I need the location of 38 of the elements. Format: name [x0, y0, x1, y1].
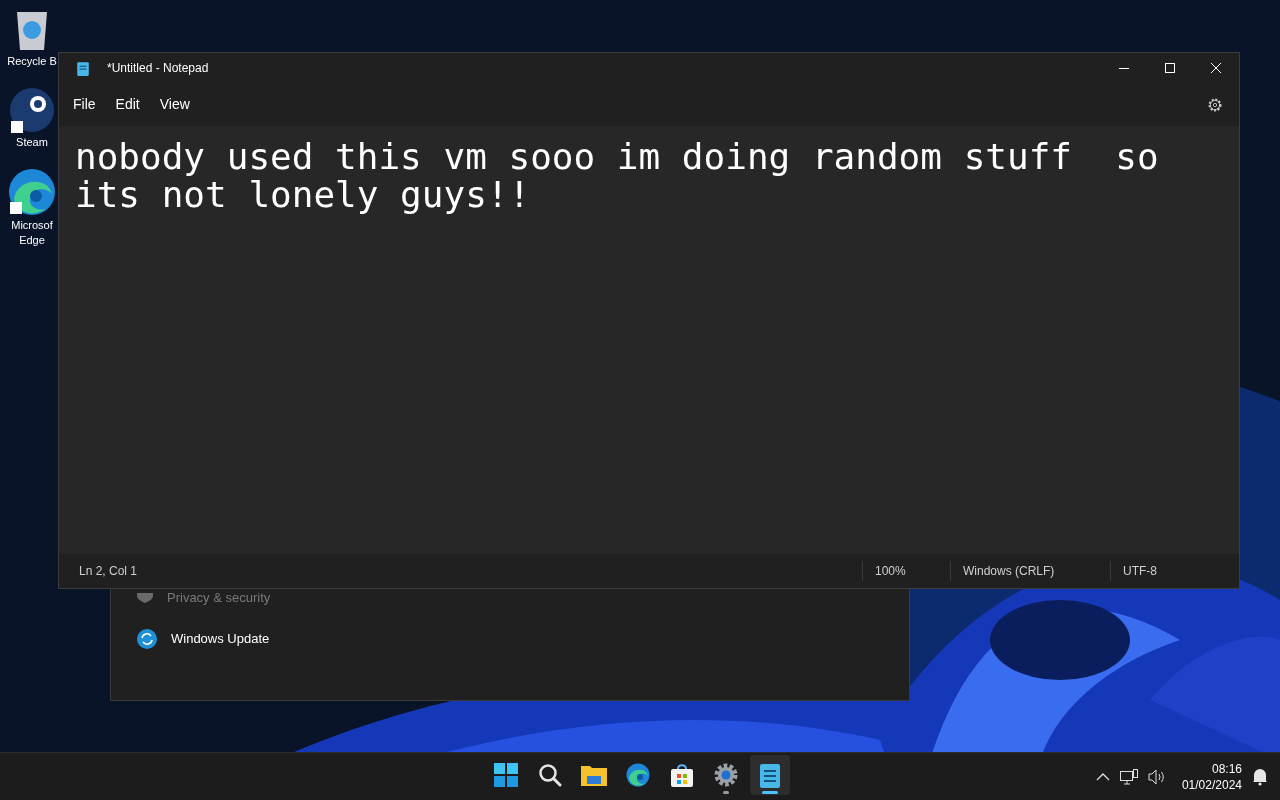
shield-icon [137, 593, 153, 603]
edge-icon [8, 168, 56, 216]
edge-icon [626, 763, 650, 787]
window-title: *Untitled - Notepad [107, 60, 209, 77]
desktop-icon-label[interactable]: Microsof Edge [11, 218, 53, 248]
status-text: 100% [862, 561, 950, 581]
menu-item[interactable]: File [63, 90, 106, 119]
desktop-icon-label[interactable]: Steam [16, 135, 48, 150]
notepad-icon [760, 762, 780, 788]
status-text: Ln 2, Col 1 [78, 563, 139, 580]
notification-bell-icon[interactable] [1252, 767, 1268, 786]
text-line: its not lonely guys!! [75, 176, 531, 214]
notepad-icon [77, 60, 89, 76]
store-bag-icon [671, 763, 693, 787]
sync-icon [137, 629, 157, 649]
status-text: Windows (CRLF) [950, 561, 1110, 581]
gear-icon [714, 763, 738, 787]
settings-nav-item[interactable]: Windows Update [137, 629, 909, 649]
folder-icon [581, 764, 607, 786]
volume-icon[interactable] [1147, 768, 1166, 785]
settings-icon[interactable] [1207, 96, 1223, 113]
status-text: UTF-8 [1110, 561, 1239, 581]
settings-nav-item[interactable]: Privacy & security [137, 591, 909, 605]
taskbar-button[interactable] [750, 755, 790, 795]
desktop-icon-label[interactable]: Recycle B [7, 54, 57, 69]
text-editor[interactable]: nobody used this vm sooo im doing random stuff so its not lonely guys!! [59, 126, 1239, 554]
maximize-icon [1165, 63, 1175, 73]
chevron-up-icon[interactable] [1095, 772, 1110, 781]
close-icon [1211, 63, 1221, 73]
text-line: nobody used this vm sooo im doing random stuff so [75, 138, 1159, 176]
minimize-icon [1119, 67, 1129, 69]
network-icon[interactable] [1119, 768, 1138, 785]
menu-item[interactable]: Edit [105, 90, 150, 119]
search-icon [538, 763, 562, 787]
windows-logo-icon [494, 763, 518, 787]
menu-item[interactable]: View [149, 90, 200, 119]
steam-icon [9, 87, 55, 133]
clock[interactable]: 08:16 01/02/2024 [1181, 760, 1242, 793]
